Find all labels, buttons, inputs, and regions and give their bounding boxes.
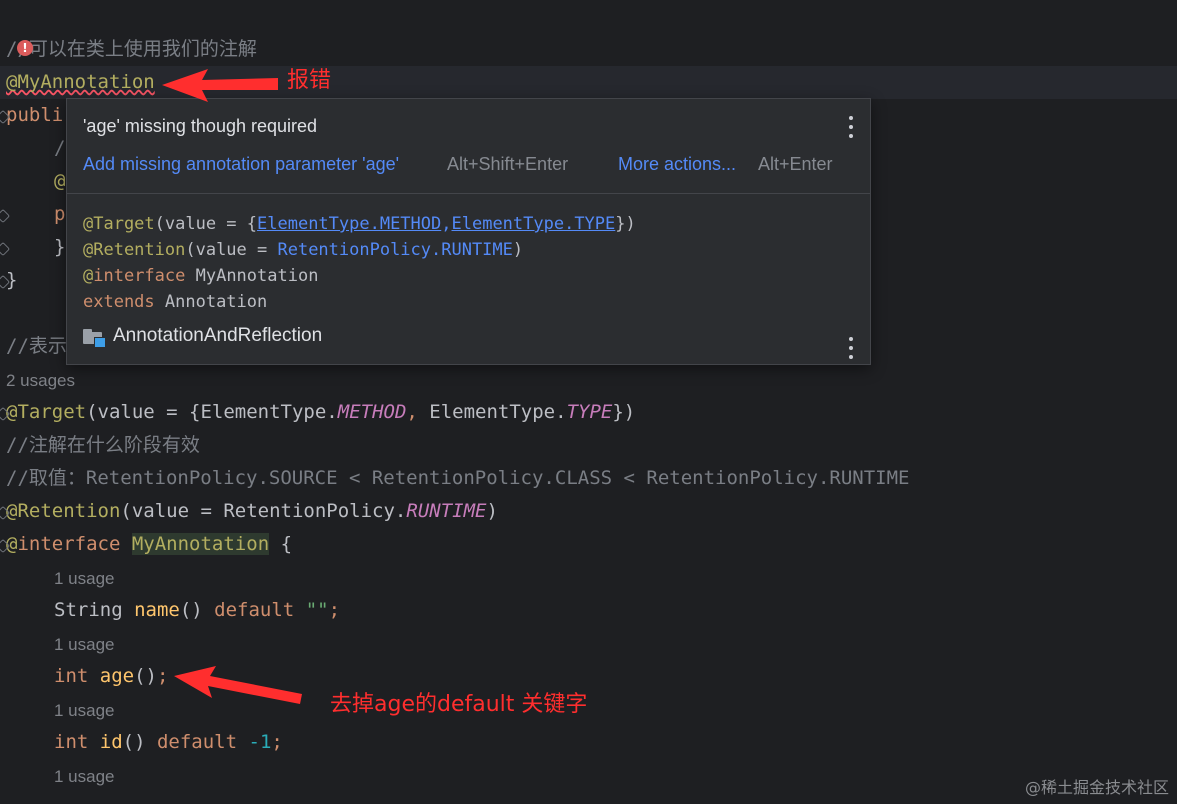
documentation-code: @Target(value = {ElementType.METHOD,Elem… bbox=[83, 214, 636, 312]
annotation-usage[interactable]: @MyAnnotation bbox=[6, 71, 155, 93]
retention-line: @Retention(value = RetentionPolicy.RUNTI… bbox=[6, 500, 498, 522]
usages-hint[interactable]: 1 usage bbox=[54, 694, 115, 727]
comment-line: //可以在类上使用我们的注解 bbox=[6, 38, 257, 60]
error-arrow bbox=[162, 69, 278, 102]
kebab-menu-icon[interactable] bbox=[847, 337, 855, 359]
error-bulb-icon[interactable]: ! bbox=[17, 40, 33, 56]
usages-hint[interactable]: 1 usage bbox=[54, 628, 115, 661]
code-line-brace: } bbox=[54, 236, 66, 258]
code-line-p: p bbox=[54, 203, 66, 225]
error-note: 报错 bbox=[287, 68, 332, 93]
module-footer: AnnotationAndReflection bbox=[83, 325, 323, 348]
module-name: AnnotationAndReflection bbox=[113, 325, 323, 346]
error-message: 'age' missing though required bbox=[83, 116, 318, 136]
usages-hint[interactable]: 1 usage bbox=[54, 562, 115, 595]
element-type-method-link[interactable]: ElementType.METHOD bbox=[257, 214, 441, 234]
name-member-line: String name() default ""; bbox=[54, 599, 341, 621]
fix-arrow bbox=[174, 666, 302, 704]
interface-decl-line: @interface MyAnnotation { bbox=[6, 533, 293, 555]
annotation-usage-line[interactable]: @MyAnnotation bbox=[6, 66, 155, 99]
usages-hint[interactable]: 2 usages bbox=[6, 364, 75, 397]
more-actions-link[interactable]: More actions... bbox=[618, 154, 736, 175]
more-actions-shortcut: Alt+Enter bbox=[758, 154, 833, 174]
kebab-menu-icon[interactable] bbox=[847, 116, 855, 138]
code-line-public: publi bbox=[6, 104, 64, 126]
comment-line: //注解在什么阶段有效 bbox=[6, 434, 200, 456]
module-folder-icon bbox=[83, 327, 106, 348]
usages-hint[interactable]: 1 usage bbox=[54, 760, 115, 793]
fold-icon[interactable] bbox=[0, 241, 11, 257]
watermark: @稀土掘金技术社区 bbox=[1024, 778, 1169, 797]
retention-policy-link[interactable]: RetentionPolicy.RUNTIME bbox=[277, 240, 512, 260]
fix-note: 去掉age的default 关键字 bbox=[330, 692, 588, 717]
add-missing-parameter-action[interactable]: Add missing annotation parameter 'age' bbox=[83, 154, 399, 175]
fold-icon[interactable] bbox=[0, 208, 11, 224]
popup-header: 'age' missing though required Add missin… bbox=[67, 99, 870, 194]
code-line-at: @ bbox=[54, 170, 66, 192]
error-popup[interactable]: 'age' missing though required Add missin… bbox=[66, 98, 871, 365]
code-line-comment2: //表示 bbox=[6, 335, 67, 357]
age-member-line: int age(); bbox=[54, 665, 169, 687]
element-type-type-link[interactable]: ElementType.TYPE bbox=[452, 214, 616, 234]
target-line: @Target(value = {ElementType.METHOD, Ele… bbox=[6, 401, 636, 423]
id-member-line: int id() default -1; bbox=[54, 731, 283, 753]
comment-line: //取值：RetentionPolicy.SOURCE < RetentionP… bbox=[6, 467, 910, 489]
fix-shortcut: Alt+Shift+Enter bbox=[447, 154, 569, 174]
code-line-comment: / bbox=[54, 137, 66, 159]
